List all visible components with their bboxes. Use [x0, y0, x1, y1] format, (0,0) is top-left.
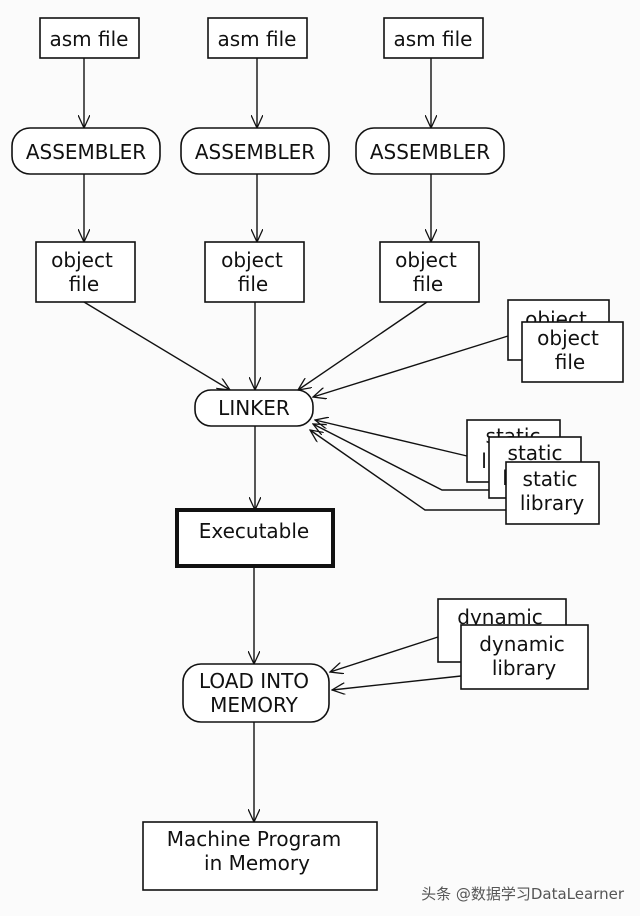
- asm-file-label: asm file: [394, 27, 473, 51]
- object-label-line2: file: [413, 272, 443, 296]
- source-column-1: asm file ASSEMBLER object file: [11, 17, 161, 303]
- object-label-line1: object: [221, 248, 283, 272]
- assembler-label: ASSEMBLER: [195, 140, 315, 164]
- linker-label: LINKER: [218, 396, 290, 420]
- object-label-line2: file: [238, 272, 268, 296]
- object-label-line2: file: [555, 350, 585, 374]
- dynamic-label-line1: dynamic: [479, 632, 565, 656]
- static-label-line1: static: [523, 467, 578, 491]
- result-label-line2: in Memory: [204, 851, 310, 875]
- asm-file-label: asm file: [218, 27, 297, 51]
- asm-file-label: asm file: [50, 27, 129, 51]
- object-label-line1: object: [395, 248, 457, 272]
- object-label-line1: object: [537, 326, 599, 350]
- watermark: 头条 @数据学习DataLearner: [421, 885, 625, 903]
- static-label-line2: library: [520, 491, 585, 515]
- linking-diagram: asm file ASSEMBLER object file asm file …: [11, 17, 625, 903]
- executable-label: Executable: [199, 519, 310, 543]
- assembler-label: ASSEMBLER: [370, 140, 490, 164]
- object-label-line1: object: [51, 248, 113, 272]
- result-label-line1: Machine Program: [167, 827, 341, 851]
- assembler-label: ASSEMBLER: [26, 140, 146, 164]
- dynamic-library-stack: dynamic dynamic library: [437, 598, 589, 690]
- source-column-2: asm file ASSEMBLER object file: [180, 17, 330, 303]
- static-library-stack: static l static l static library: [466, 419, 600, 525]
- extra-object-stack: object object file: [507, 299, 624, 383]
- object-label-line2: file: [69, 272, 99, 296]
- source-column-3: asm file ASSEMBLER object file: [355, 17, 505, 303]
- loader-label-line2: MEMORY: [210, 693, 299, 717]
- dynamic-label-line2: library: [492, 656, 557, 680]
- static-back1-label2: l: [481, 449, 487, 473]
- loader-label-line1: LOAD INTO: [199, 669, 309, 693]
